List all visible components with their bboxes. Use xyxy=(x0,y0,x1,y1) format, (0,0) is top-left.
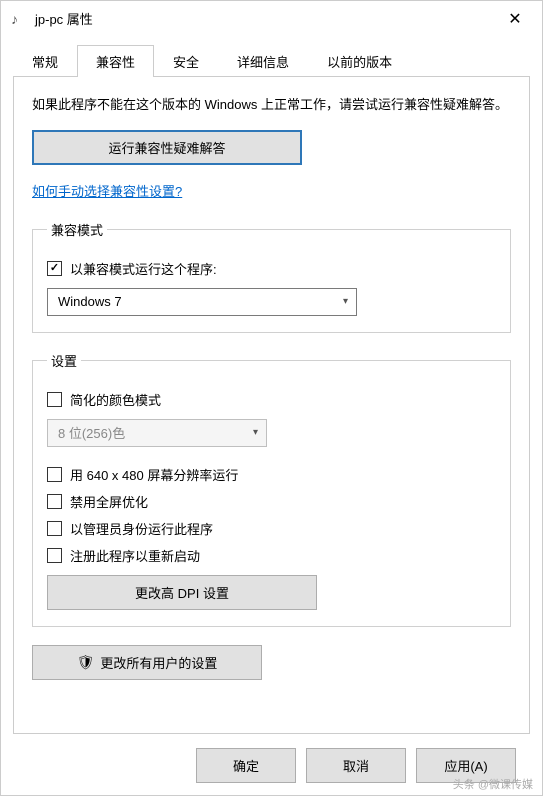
compat-mode-group: 兼容模式 以兼容模式运行这个程序: Windows 7 ▾ xyxy=(32,220,511,333)
compat-mode-checkbox[interactable] xyxy=(47,261,62,276)
cancel-button[interactable]: 取消 xyxy=(306,748,406,783)
tab-security[interactable]: 安全 xyxy=(154,45,218,77)
tab-details[interactable]: 详细信息 xyxy=(218,45,308,77)
chevron-down-icon: ▾ xyxy=(253,427,258,438)
chevron-down-icon: ▾ xyxy=(343,296,348,307)
intro-text: 如果此程序不能在这个版本的 Windows 上正常工作，请尝试运行兼容性疑难解答… xyxy=(32,95,511,116)
dialog-body: 常规 兼容性 安全 详细信息 以前的版本 如果此程序不能在这个版本的 Windo… xyxy=(1,36,542,795)
shield-icon: 🛡 xyxy=(77,654,95,671)
disable-fullscreen-opt-checkbox[interactable] xyxy=(47,494,62,509)
settings-group: 设置 简化的颜色模式 8 位(256)色 ▾ 用 640 x 480 屏幕分辨率… xyxy=(32,351,511,627)
register-restart-checkbox[interactable] xyxy=(47,548,62,563)
change-dpi-settings-button[interactable]: 更改高 DPI 设置 xyxy=(47,575,317,610)
compat-mode-selected: Windows 7 xyxy=(58,294,122,309)
close-button[interactable]: ✕ xyxy=(492,4,538,34)
tab-compatibility[interactable]: 兼容性 xyxy=(77,45,154,77)
dialog-buttons: 确定 取消 应用(A) xyxy=(13,734,530,783)
reduced-color-checkbox[interactable] xyxy=(47,392,62,407)
color-depth-combo: 8 位(256)色 ▾ xyxy=(47,419,267,447)
compat-mode-label: 以兼容模式运行这个程序: xyxy=(70,259,217,278)
reduced-color-label: 简化的颜色模式 xyxy=(70,390,161,409)
properties-dialog: ♪ jp-pc 属性 ✕ 常规 兼容性 安全 详细信息 以前的版本 如果此程序不… xyxy=(0,0,543,796)
res-640-checkbox[interactable] xyxy=(47,467,62,482)
run-as-admin-checkbox[interactable] xyxy=(47,521,62,536)
window-title: jp-pc 属性 xyxy=(35,9,492,28)
change-all-users-label: 更改所有用户的设置 xyxy=(100,653,217,672)
disable-fullscreen-opt-label: 禁用全屏优化 xyxy=(70,492,148,511)
help-link[interactable]: 如何手动选择兼容性设置? xyxy=(32,181,182,200)
titlebar: ♪ jp-pc 属性 ✕ xyxy=(1,1,542,36)
register-restart-label: 注册此程序以重新启动 xyxy=(70,546,200,565)
compat-mode-legend: 兼容模式 xyxy=(47,220,107,239)
ok-button[interactable]: 确定 xyxy=(196,748,296,783)
color-depth-value: 8 位(256)色 xyxy=(58,423,125,442)
tab-previous-versions[interactable]: 以前的版本 xyxy=(308,45,411,77)
run-troubleshooter-button[interactable]: 运行兼容性疑难解答 xyxy=(32,130,302,165)
tab-content-compatibility: 如果此程序不能在这个版本的 Windows 上正常工作，请尝试运行兼容性疑难解答… xyxy=(13,77,530,734)
tab-general[interactable]: 常规 xyxy=(13,45,77,77)
apply-button[interactable]: 应用(A) xyxy=(416,748,516,783)
settings-legend: 设置 xyxy=(47,351,81,370)
compat-mode-combo[interactable]: Windows 7 ▾ xyxy=(47,288,357,316)
tab-strip: 常规 兼容性 安全 详细信息 以前的版本 xyxy=(13,44,530,77)
app-icon: ♪ xyxy=(11,11,27,27)
run-as-admin-label: 以管理员身份运行此程序 xyxy=(70,519,213,538)
res-640-label: 用 640 x 480 屏幕分辨率运行 xyxy=(70,465,238,484)
change-all-users-button[interactable]: 🛡 更改所有用户的设置 xyxy=(32,645,262,680)
